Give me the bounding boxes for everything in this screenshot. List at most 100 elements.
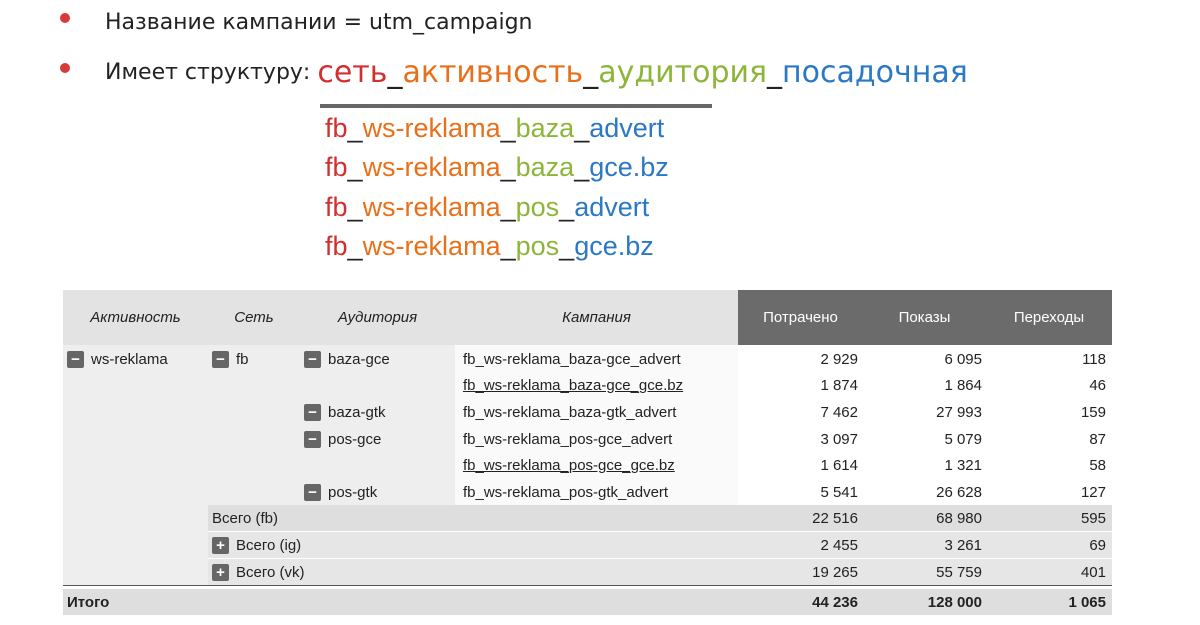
collapse-icon[interactable]: − xyxy=(304,483,321,501)
structure-sep: _ xyxy=(387,55,403,90)
ex-activity: ws-reklama xyxy=(362,192,501,222)
ex-net: fb xyxy=(325,113,348,143)
header-label: Переходы xyxy=(1013,309,1085,326)
collapse-icon[interactable]: − xyxy=(304,403,321,421)
impressions-cell: 1 321 xyxy=(944,456,982,474)
header-label: Кампания xyxy=(562,309,631,326)
bullet-dot xyxy=(60,63,70,73)
expand-icon[interactable]: + xyxy=(212,536,229,554)
audience-cell: − pos-gce xyxy=(304,428,381,450)
campaign-cell[interactable]: fb_ws-reklama_baza-gce_advert xyxy=(463,348,681,370)
ex-landing: gce.bz xyxy=(574,231,654,261)
campaign-cell[interactable]: fb_ws-reklama_pos-gce_advert xyxy=(463,428,672,450)
collapse-icon[interactable]: − xyxy=(67,350,84,368)
spent-cell: 22 516 xyxy=(812,509,858,527)
structure-net: сеть xyxy=(317,55,388,90)
ex-landing: gce.bz xyxy=(589,152,669,182)
clicks-cell: 401 xyxy=(1080,563,1106,581)
activity-label: ws-reklama xyxy=(91,350,168,368)
collapse-icon[interactable]: − xyxy=(304,350,321,368)
ex-sep: _ xyxy=(500,113,516,143)
impressions-cell: 5 079 xyxy=(944,430,982,448)
bullet-structure: Имеет структуру: сеть_активность_аудитор… xyxy=(105,52,968,90)
ex-sep: _ xyxy=(559,231,575,261)
structure-label: Имеет структуру: xyxy=(105,60,318,85)
subtotal-text: Всего (ig) xyxy=(236,536,302,554)
campaign-cell[interactable]: fb_ws-reklama_pos-gce_gce.bz xyxy=(463,454,675,476)
clicks-cell: 87 xyxy=(1089,430,1106,448)
subtotal-label: Всего (fb) xyxy=(212,509,278,527)
audience-label: baza-gce xyxy=(328,350,390,368)
campaign-cell[interactable]: fb_ws-reklama_pos-gtk_advert xyxy=(463,481,668,503)
audience-cell: − baza-gtk xyxy=(304,401,386,423)
header-label: Активность xyxy=(90,309,181,326)
ex-audience: baza xyxy=(515,152,575,182)
ex-sep: _ xyxy=(574,113,590,143)
structure-landing: посадочная xyxy=(782,55,968,90)
collapse-icon[interactable]: − xyxy=(304,430,321,448)
subtotal-text: Всего (vk) xyxy=(236,563,305,581)
net-cell: − fb xyxy=(212,348,249,370)
header-label: Аудитория xyxy=(337,309,418,326)
campaign-cell[interactable]: fb_ws-reklama_baza-gce_gce.bz xyxy=(463,374,683,396)
example-campaign: fb_ws-reklama_baza_advert xyxy=(325,113,664,144)
spent-cell: 1 874 xyxy=(820,376,858,394)
header-net[interactable]: Сеть xyxy=(208,290,300,345)
collapse-icon[interactable]: − xyxy=(212,350,229,368)
ex-sep: _ xyxy=(500,152,516,182)
header-label: Потрачено xyxy=(763,309,838,326)
header-label: Сеть xyxy=(234,309,274,326)
clicks-cell: 1 065 xyxy=(1068,593,1106,611)
ex-net: fb xyxy=(325,231,348,261)
subtotal-label: + Всего (ig) xyxy=(212,534,301,556)
clicks-cell: 127 xyxy=(1080,483,1106,501)
example-campaign: fb_ws-reklama_baza_gce.bz xyxy=(325,152,669,183)
ex-audience: pos xyxy=(515,192,560,222)
ex-sep: _ xyxy=(500,231,516,261)
spent-cell: 7 462 xyxy=(820,403,858,421)
header-campaign[interactable]: Кампания xyxy=(455,290,738,345)
spent-cell: 44 236 xyxy=(812,593,858,611)
header-impressions[interactable]: Показы xyxy=(863,290,986,345)
audience-cell: − baza-gce xyxy=(304,348,390,370)
clicks-cell: 69 xyxy=(1089,536,1106,554)
spent-cell: 2 455 xyxy=(820,536,858,554)
impressions-cell: 27 993 xyxy=(936,403,982,421)
spent-cell: 2 929 xyxy=(820,350,858,368)
ex-sep: _ xyxy=(500,192,516,222)
impressions-cell: 6 095 xyxy=(944,350,982,368)
clicks-cell: 159 xyxy=(1080,403,1106,421)
ex-activity: ws-reklama xyxy=(362,113,501,143)
impressions-cell: 55 759 xyxy=(936,563,982,581)
ex-sep: _ xyxy=(347,113,363,143)
ex-sep: _ xyxy=(347,152,363,182)
header-label: Показы xyxy=(898,309,951,326)
ex-sep: _ xyxy=(559,192,575,222)
header-activity[interactable]: Активность xyxy=(63,290,208,345)
header-clicks[interactable]: Переходы xyxy=(986,290,1112,345)
ex-activity: ws-reklama xyxy=(362,231,501,261)
header-audience[interactable]: Аудитория xyxy=(300,290,455,345)
example-campaign: fb_ws-reklama_pos_gce.bz xyxy=(325,231,654,262)
impressions-cell: 128 000 xyxy=(927,593,982,611)
clicks-cell: 58 xyxy=(1089,456,1106,474)
structure-audience: аудитория xyxy=(598,55,768,90)
audience-label: pos-gce xyxy=(328,430,382,448)
structure-sep: _ xyxy=(583,55,599,90)
ex-audience: baza xyxy=(515,113,575,143)
clicks-cell: 46 xyxy=(1089,376,1106,394)
audience-label: pos-gtk xyxy=(328,483,378,501)
campaign-cell[interactable]: fb_ws-reklama_baza-gtk_advert xyxy=(463,401,676,423)
impressions-cell: 3 261 xyxy=(944,536,982,554)
impressions-cell: 1 864 xyxy=(944,376,982,394)
expand-icon[interactable]: + xyxy=(212,563,229,581)
impressions-cell: 68 980 xyxy=(936,509,982,527)
ex-net: fb xyxy=(325,192,348,222)
ex-net: fb xyxy=(325,152,348,182)
header-spent[interactable]: Потрачено xyxy=(738,290,863,345)
ex-landing: advert xyxy=(574,192,650,222)
spent-cell: 1 614 xyxy=(820,456,858,474)
ex-landing: advert xyxy=(589,113,665,143)
activity-column-bg xyxy=(63,345,208,585)
ex-sep: _ xyxy=(574,152,590,182)
